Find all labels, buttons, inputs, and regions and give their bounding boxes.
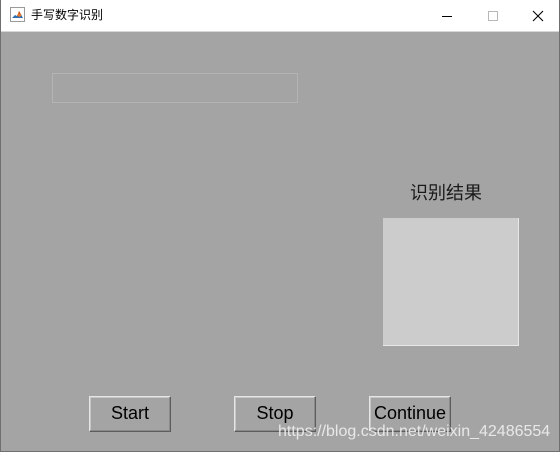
watermark-text: https://blog.csdn.net/weixin_42486554 <box>278 423 551 440</box>
maximize-button[interactable] <box>470 0 516 31</box>
start-button[interactable]: Start <box>89 396 171 432</box>
close-icon <box>532 10 544 21</box>
app-window: 手写数字识别 识别结果 Start Stop Continue https://… <box>0 0 560 452</box>
minimize-icon <box>442 15 452 17</box>
minimize-button[interactable] <box>424 0 470 31</box>
title-bar: 手写数字识别 <box>1 0 559 32</box>
window-title: 手写数字识别 <box>31 8 104 22</box>
close-button[interactable] <box>515 0 559 31</box>
result-label: 识别结果 <box>410 183 482 204</box>
figure-panel: 识别结果 Start Stop Continue https://blog.cs… <box>1 32 559 451</box>
drawing-axes-frame <box>52 73 298 103</box>
maximize-icon <box>488 10 498 21</box>
matlab-icon <box>10 7 25 22</box>
result-display <box>383 218 519 346</box>
